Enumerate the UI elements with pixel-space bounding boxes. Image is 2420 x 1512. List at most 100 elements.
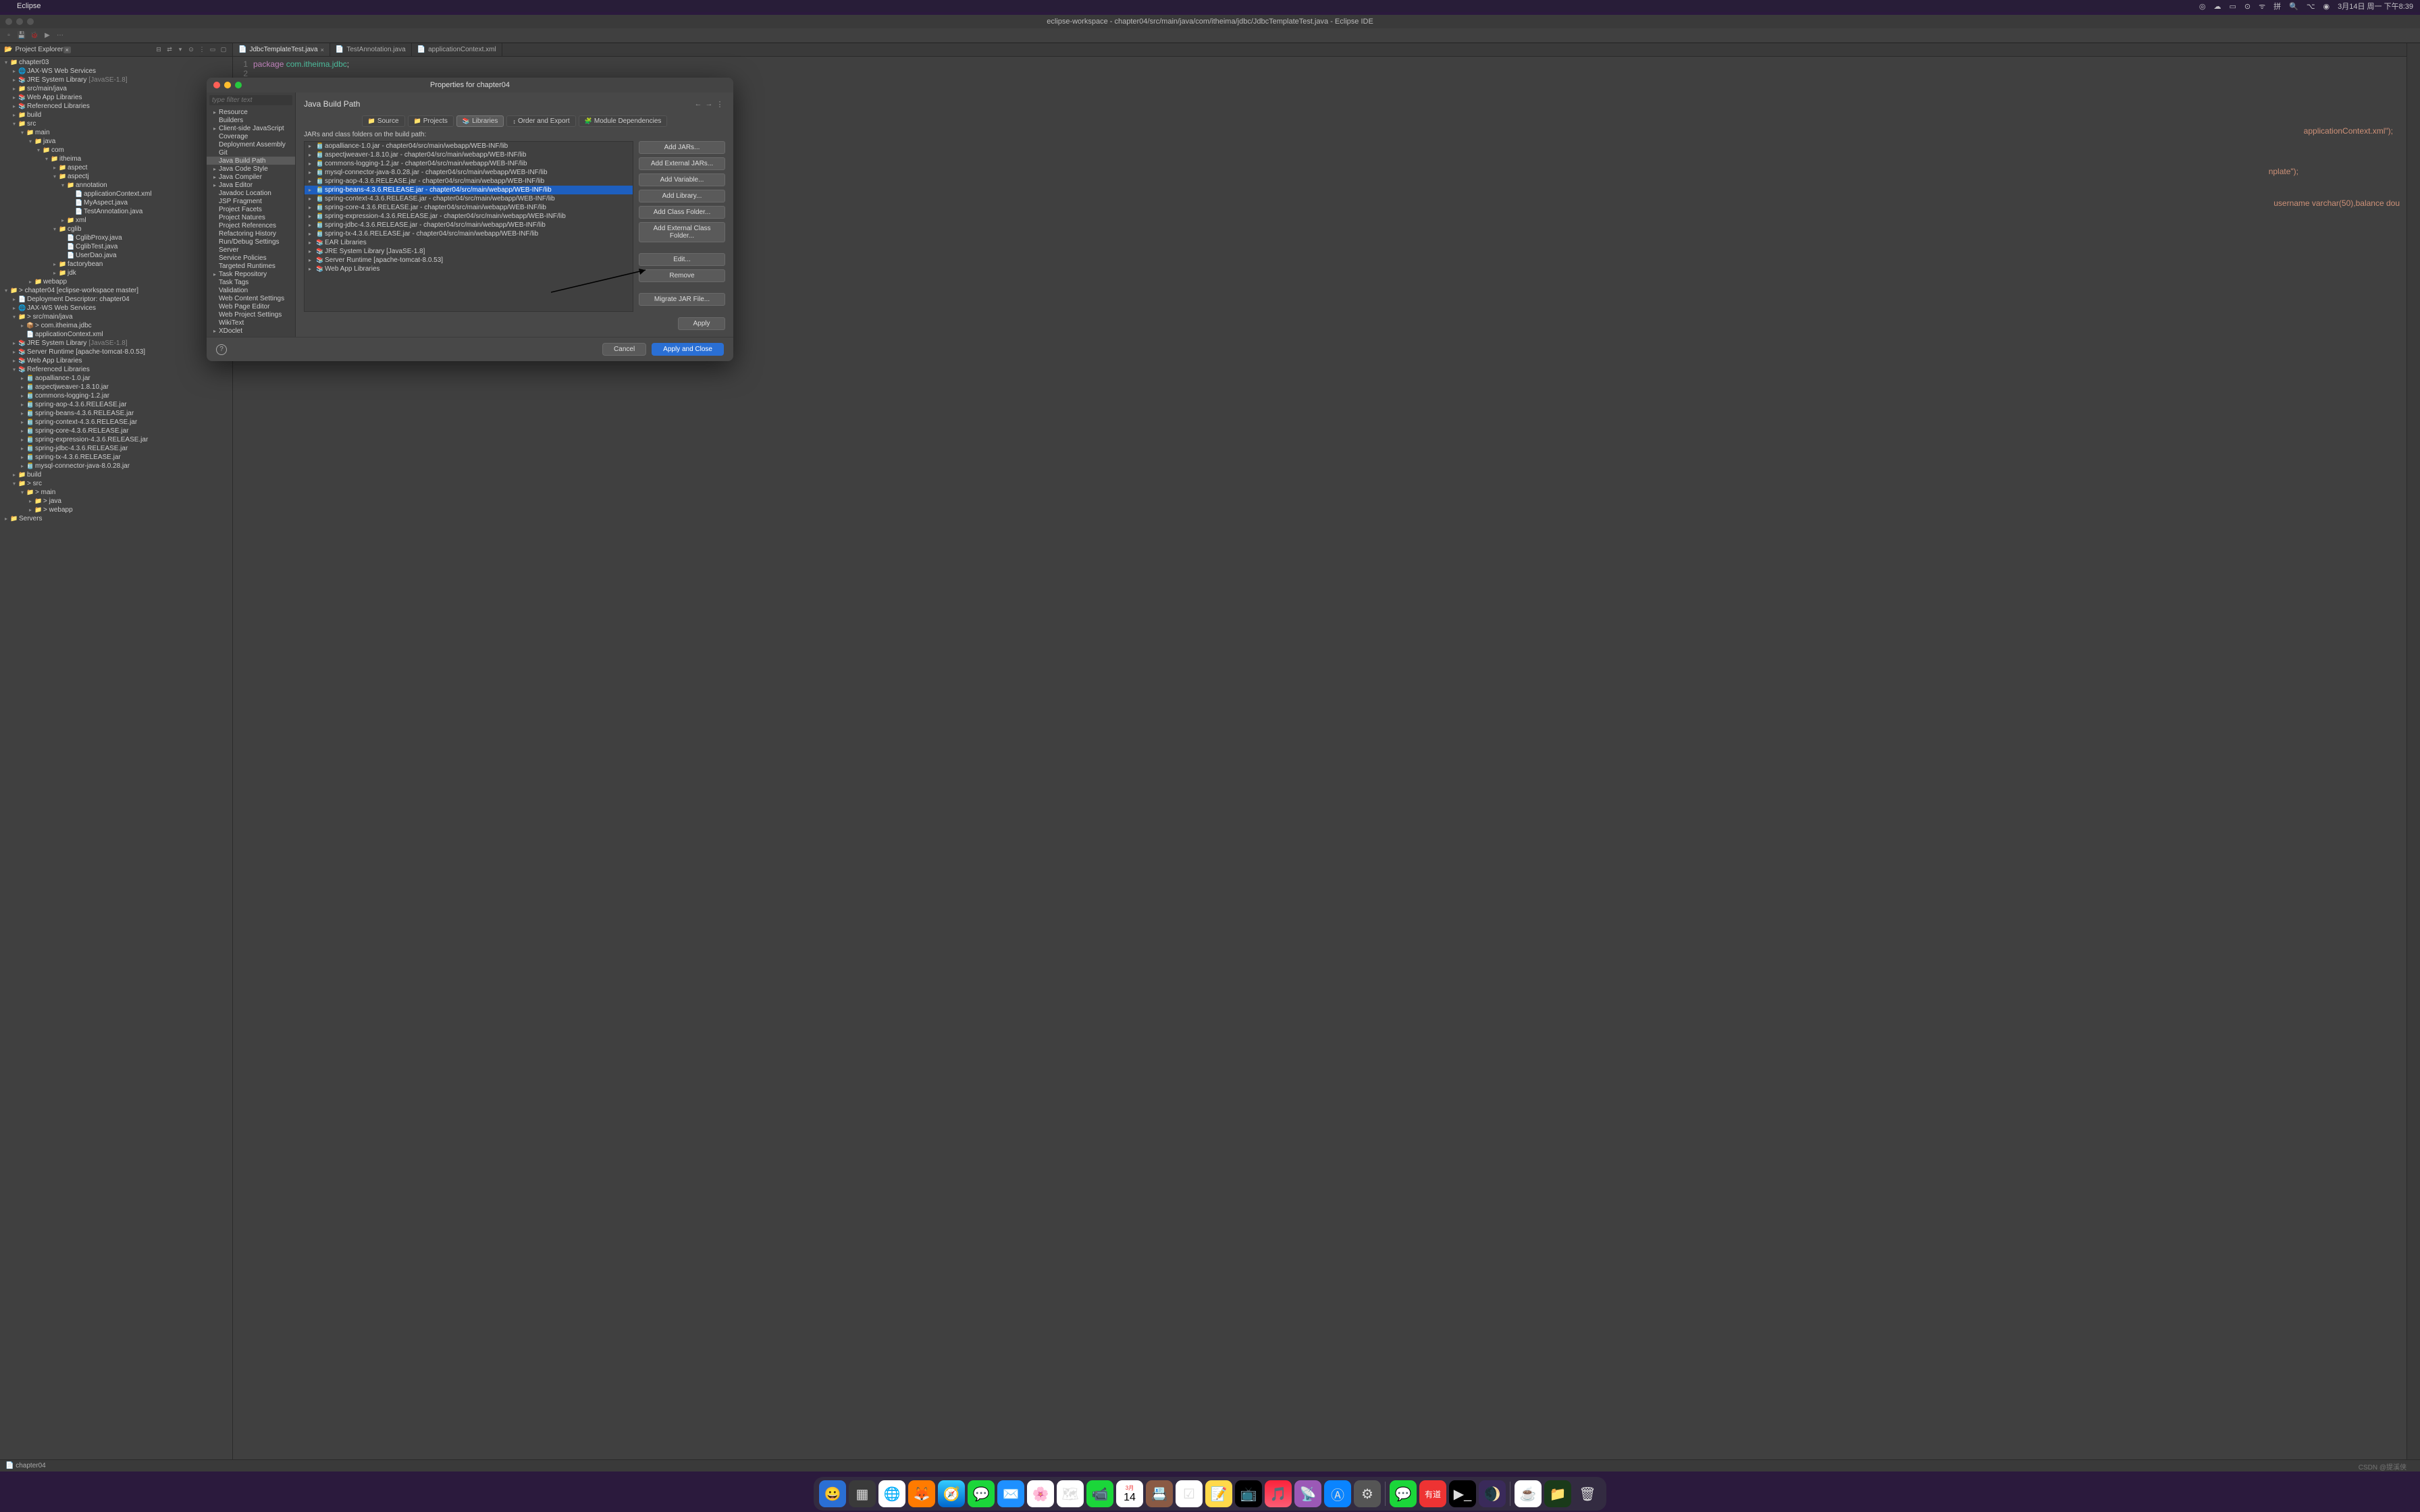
jar-item[interactable]: ▸📚EAR Libraries: [305, 238, 633, 247]
tree-item[interactable]: ▾📁com: [0, 146, 232, 155]
calendar-icon[interactable]: 3月14: [1116, 1480, 1143, 1507]
property-category[interactable]: Validation: [207, 286, 295, 294]
jar-item[interactable]: ▸🫙aspectjweaver-1.8.10.jar - chapter04/s…: [305, 151, 633, 159]
apply-button[interactable]: Apply: [678, 317, 725, 330]
close-view-icon[interactable]: ×: [63, 47, 71, 53]
property-category[interactable]: Web Project Settings: [207, 310, 295, 319]
tree-item[interactable]: ▸📦> com.itheima.jdbc: [0, 321, 232, 330]
music-icon[interactable]: 🎵: [1265, 1480, 1292, 1507]
property-category[interactable]: Targeted Runtimes: [207, 262, 295, 270]
tree-item[interactable]: ▸📁Servers: [0, 514, 232, 523]
tree-item[interactable]: ▾📁main: [0, 128, 232, 137]
tree-item[interactable]: ▾📁> src/main/java: [0, 313, 232, 321]
clock[interactable]: 3月14日 周一 下午8:39: [2338, 1, 2413, 11]
edit-button[interactable]: Edit...: [639, 253, 725, 266]
firefox-icon[interactable]: 🦊: [908, 1480, 935, 1507]
tree-item[interactable]: ▸🫙aspectjweaver-1.8.10.jar: [0, 383, 232, 392]
property-category[interactable]: ▸Task Repository: [207, 270, 295, 278]
photos-icon[interactable]: 🌸: [1027, 1480, 1054, 1507]
eclipse-icon[interactable]: 🌒: [1479, 1480, 1506, 1507]
back-icon[interactable]: ←: [693, 100, 704, 108]
notes-icon[interactable]: 📝: [1205, 1480, 1232, 1507]
tv-icon[interactable]: 📺: [1235, 1480, 1262, 1507]
add-external-jars-button[interactable]: Add External JARs...: [639, 157, 725, 170]
tree-item[interactable]: ▸📁jdk: [0, 269, 232, 277]
add-jars-button[interactable]: Add JARs...: [639, 141, 725, 154]
property-category[interactable]: ▸XDoclet: [207, 327, 295, 335]
property-category[interactable]: ▸Java Editor: [207, 181, 295, 189]
link-editor-icon[interactable]: ⇄: [165, 45, 174, 55]
tree-item[interactable]: ▾📁src: [0, 119, 232, 128]
property-category[interactable]: Java Build Path: [207, 157, 295, 165]
save-icon[interactable]: 💾: [16, 30, 27, 41]
add-class-folder-button[interactable]: Add Class Folder...: [639, 206, 725, 219]
jar-item[interactable]: ▸🫙spring-jdbc-4.3.6.RELEASE.jar - chapte…: [305, 221, 633, 230]
tree-item[interactable]: ▸📁build: [0, 470, 232, 479]
tree-item[interactable]: ▸📚JRE System Library[JavaSE-1.8]: [0, 76, 232, 84]
tree-item[interactable]: ▸📁xml: [0, 216, 232, 225]
tree-item[interactable]: ▸📚Referenced Libraries: [0, 102, 232, 111]
appstore-icon[interactable]: Ⓐ: [1324, 1480, 1351, 1507]
jar-item[interactable]: ▸🫙spring-context-4.3.6.RELEASE.jar - cha…: [305, 194, 633, 203]
tree-item[interactable]: ▾📁itheima: [0, 155, 232, 163]
control-center-icon[interactable]: ⌥: [2307, 2, 2315, 11]
tree-item[interactable]: ▾📁annotation: [0, 181, 232, 190]
tree-item[interactable]: 📄TestAnnotation.java: [0, 207, 232, 216]
property-category[interactable]: Task Tags: [207, 278, 295, 286]
tree-item[interactable]: ▾📁java: [0, 137, 232, 146]
help-icon[interactable]: ?: [216, 344, 227, 355]
tree-item[interactable]: ▾📁> src: [0, 479, 232, 488]
battery-icon[interactable]: ▭: [2229, 2, 2236, 11]
apply-and-close-button[interactable]: Apply and Close: [652, 343, 724, 356]
zoom-icon[interactable]: [235, 82, 242, 88]
maximize-icon[interactable]: ▢: [219, 45, 228, 55]
menu-icon[interactable]: ⋮: [714, 100, 725, 109]
add-library-button[interactable]: Add Library...: [639, 190, 725, 202]
cancel-button[interactable]: Cancel: [602, 343, 646, 356]
jar-item[interactable]: ▸🫙spring-core-4.3.6.RELEASE.jar - chapte…: [305, 203, 633, 212]
tree-item[interactable]: ▾📁> main: [0, 488, 232, 497]
tree-item[interactable]: ▾📁> chapter04 [eclipse-workspace master]: [0, 286, 232, 295]
property-category[interactable]: ▸Resource: [207, 108, 295, 116]
jar-item[interactable]: ▸🫙spring-expression-4.3.6.RELEASE.jar - …: [305, 212, 633, 221]
property-category[interactable]: ▸Java Compiler: [207, 173, 295, 181]
trash-icon[interactable]: 🗑: [1574, 1480, 1601, 1507]
tree-item[interactable]: ▾📁cglib: [0, 225, 232, 234]
tree-item[interactable]: ▸🫙spring-core-4.3.6.RELEASE.jar: [0, 427, 232, 435]
wechat-icon[interactable]: 💬: [1390, 1480, 1417, 1507]
tree-item[interactable]: ▸🫙spring-beans-4.3.6.RELEASE.jar: [0, 409, 232, 418]
tree-item[interactable]: ▸📚Web App Libraries: [0, 356, 232, 365]
reminders-icon[interactable]: ☑: [1176, 1480, 1203, 1507]
new-icon[interactable]: ▫: [3, 30, 14, 41]
tree-item[interactable]: ▸🌐JAX-WS Web Services: [0, 304, 232, 313]
tree-item[interactable]: ▸🫙spring-expression-4.3.6.RELEASE.jar: [0, 435, 232, 444]
wifi-icon[interactable]: ᯤ: [2259, 1, 2265, 11]
collapse-all-icon[interactable]: ⊟: [154, 45, 163, 55]
property-category[interactable]: WikiText: [207, 319, 295, 327]
tree-item[interactable]: ▸📁webapp: [0, 277, 232, 286]
breadcrumb[interactable]: 📄 chapter04: [0, 1459, 2420, 1472]
launchpad-icon[interactable]: ▦: [849, 1480, 876, 1507]
tree-item[interactable]: ▸🫙commons-logging-1.2.jar: [0, 392, 232, 400]
property-category[interactable]: Javadoc Location: [207, 189, 295, 197]
tree-item[interactable]: ▸📁build: [0, 111, 232, 119]
tree-item[interactable]: ▸📚Server Runtime [apache-tomcat-8.0.53]: [0, 348, 232, 356]
build-path-tab[interactable]: ↕Order and Export: [506, 115, 575, 127]
filter-input[interactable]: [209, 95, 292, 105]
podcasts-icon[interactable]: 📡: [1294, 1480, 1321, 1507]
jar-item[interactable]: ▸🫙spring-tx-4.3.6.RELEASE.jar - chapter0…: [305, 230, 633, 238]
property-category[interactable]: Refactoring History: [207, 230, 295, 238]
forward-icon[interactable]: →: [704, 100, 714, 108]
jar-item[interactable]: ▸🫙spring-beans-4.3.6.RELEASE.jar - chapt…: [305, 186, 633, 194]
tree-item[interactable]: 📄CglibProxy.java: [0, 234, 232, 242]
jar-item[interactable]: ▸📚Web App Libraries: [305, 265, 633, 273]
close-icon[interactable]: [213, 82, 220, 88]
property-category[interactable]: Service Policies: [207, 254, 295, 262]
user-icon[interactable]: ⊙: [2244, 2, 2251, 11]
tree-item[interactable]: 📄MyAspect.java: [0, 198, 232, 207]
property-category[interactable]: JSP Fragment: [207, 197, 295, 205]
folder-dock-icon[interactable]: 📁: [1544, 1480, 1571, 1507]
contacts-icon[interactable]: 📇: [1146, 1480, 1173, 1507]
jar-item[interactable]: ▸🫙mysql-connector-java-8.0.28.jar - chap…: [305, 168, 633, 177]
siri-icon[interactable]: ◉: [2323, 2, 2330, 11]
